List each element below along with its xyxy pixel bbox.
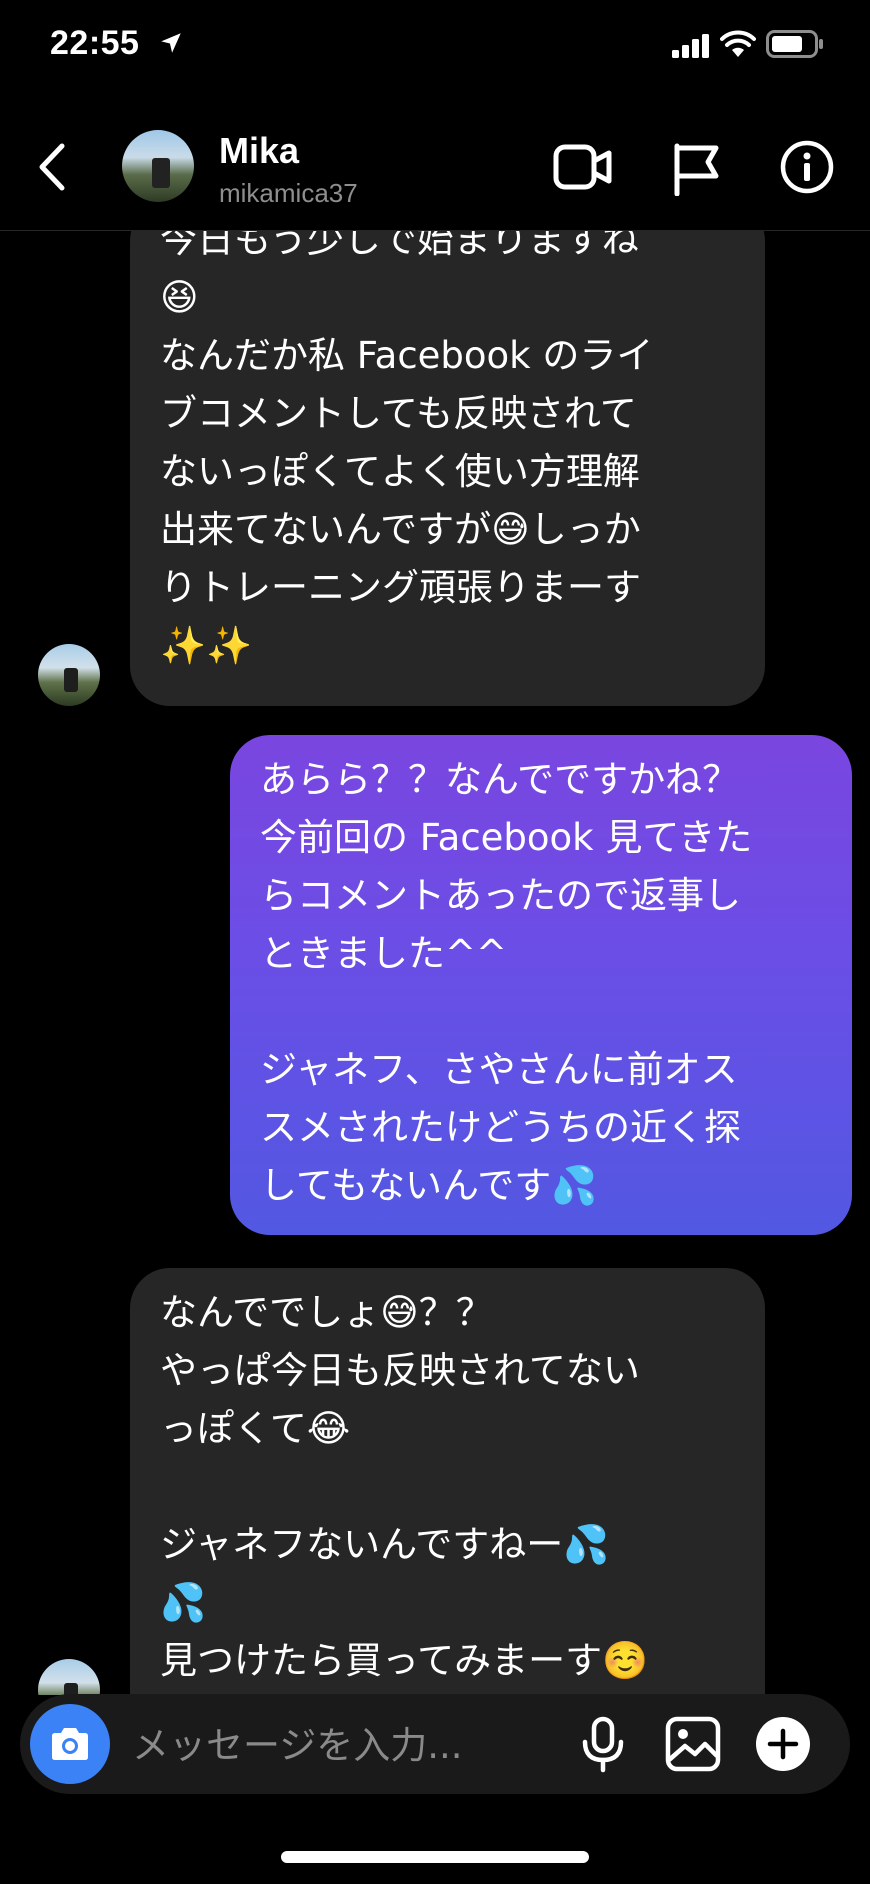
camera-icon <box>52 1728 88 1760</box>
status-time: 22:55 <box>50 24 140 62</box>
home-indicator <box>281 1851 589 1863</box>
sender-avatar[interactable] <box>38 644 100 706</box>
contact-avatar[interactable] <box>122 130 194 202</box>
message-input[interactable] <box>130 1716 554 1774</box>
outgoing-message[interactable]: あらら？？なんでですかね？ 今前回の Facebook 見てきた らコメントあっ… <box>230 735 852 1235</box>
signal-icon <box>672 34 709 58</box>
incoming-message[interactable]: なんででしょ😅？？ やっぱ今日も反映されてない っぽくて😂 ジャネフないんですね… <box>130 1268 765 1695</box>
sender-avatar[interactable] <box>38 1659 100 1695</box>
contact-handle[interactable]: mikamica37 <box>219 178 358 209</box>
contact-name[interactable]: Mika <box>219 130 299 172</box>
message-composer <box>20 1694 850 1794</box>
gallery-icon[interactable] <box>665 1716 721 1772</box>
info-icon[interactable] <box>780 140 834 194</box>
status-bar: 22:55 <box>0 0 870 100</box>
flag-icon[interactable] <box>672 142 722 196</box>
incoming-message[interactable]: 今日もう少しで始まりますね 😆 なんだか私 Facebook のライ ブコメント… <box>130 231 765 706</box>
location-arrow-icon <box>161 33 181 53</box>
wifi-icon <box>720 30 756 57</box>
plus-icon[interactable] <box>755 1716 811 1772</box>
back-chevron-icon[interactable] <box>36 142 68 192</box>
microphone-icon[interactable] <box>580 1716 626 1774</box>
battery-icon <box>766 30 823 58</box>
message-list[interactable]: 今日もう少しで始まりますね 😆 なんだか私 Facebook のライ ブコメント… <box>0 231 870 1695</box>
camera-button[interactable] <box>30 1704 110 1784</box>
chat-header: Mika mikamica37 <box>0 100 870 231</box>
video-call-icon[interactable] <box>553 144 613 190</box>
